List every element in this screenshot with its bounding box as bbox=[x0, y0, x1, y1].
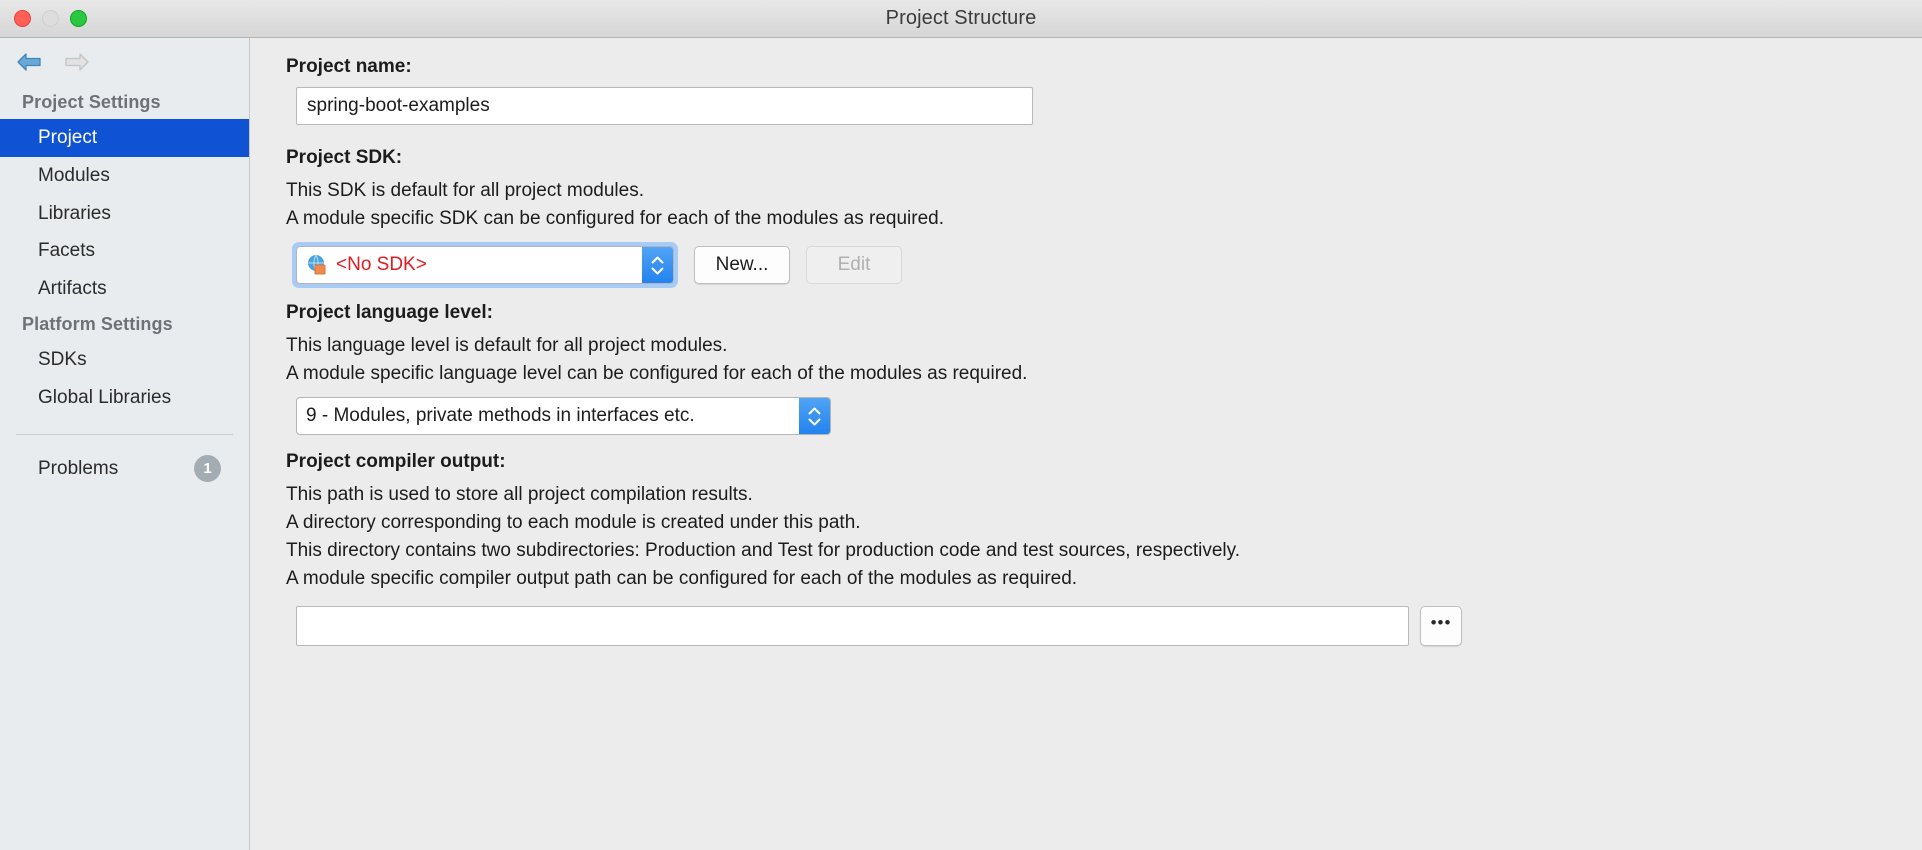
main-panel: Project name: Project SDK: This SDK is d… bbox=[250, 38, 1922, 850]
close-button[interactable] bbox=[14, 10, 31, 27]
minimize-button[interactable] bbox=[42, 10, 59, 27]
sidebar-item-project[interactable]: Project bbox=[0, 119, 249, 157]
arrow-right-icon bbox=[65, 53, 89, 71]
sidebar-group-platform-settings: Platform Settings bbox=[22, 313, 173, 334]
chevron-down-icon bbox=[808, 418, 821, 426]
maximize-button[interactable] bbox=[70, 10, 87, 27]
sidebar-item-label: Facets bbox=[38, 240, 96, 262]
sidebar-item-modules[interactable]: Modules bbox=[0, 157, 249, 195]
sidebar-item-facets[interactable]: Facets bbox=[0, 232, 249, 270]
project-compiler-output-description-line-4: A module specific compiler output path c… bbox=[286, 568, 1078, 590]
project-sdk-stepper[interactable] bbox=[642, 247, 673, 284]
project-sdk-description-line-1: This SDK is default for all project modu… bbox=[286, 180, 644, 201]
sidebar-item-label: Global Libraries bbox=[38, 386, 172, 408]
edit-sdk-button: Edit bbox=[806, 246, 902, 285]
project-language-level-description-line-1: This language level is default for all p… bbox=[286, 335, 728, 357]
forward-button bbox=[62, 49, 92, 75]
edit-sdk-button-label: Edit bbox=[837, 254, 871, 276]
project-name-label: Project name: bbox=[286, 56, 412, 77]
sidebar-item-label: Project bbox=[38, 127, 98, 148]
chevron-up-icon bbox=[808, 407, 821, 415]
problems-count-badge: 1 bbox=[194, 455, 221, 483]
chevron-up-icon bbox=[651, 256, 664, 264]
project-structure-window: Project Structure Project Settings Proje… bbox=[0, 0, 1922, 850]
arrow-left-icon bbox=[17, 53, 41, 71]
sidebar: Project Settings Project Modules Librari… bbox=[0, 38, 250, 850]
window-controls bbox=[14, 10, 87, 27]
project-language-level-controls: 9 - Modules, private methods in interfac… bbox=[296, 397, 1922, 436]
project-compiler-output-description-line-3: This directory contains two subdirectori… bbox=[286, 540, 1240, 562]
navigation-bar bbox=[0, 38, 249, 86]
window-body: Project Settings Project Modules Librari… bbox=[0, 38, 1922, 850]
problems-label: Problems bbox=[38, 457, 119, 479]
project-compiler-output-browse-button[interactable]: ••• bbox=[1420, 606, 1462, 647]
project-language-level-stepper[interactable] bbox=[799, 398, 830, 435]
sidebar-item-artifacts[interactable]: Artifacts bbox=[0, 270, 249, 308]
chevron-down-icon bbox=[651, 267, 664, 275]
window-title: Project Structure bbox=[885, 7, 1037, 29]
sidebar-item-sdks[interactable]: SDKs bbox=[0, 341, 249, 379]
project-name-section: Project name: bbox=[284, 56, 1922, 125]
project-name-input[interactable] bbox=[296, 87, 1033, 125]
new-sdk-button-label: New... bbox=[715, 254, 769, 276]
project-sdk-section: Project SDK: This SDK is default for all… bbox=[284, 147, 1922, 289]
sidebar-divider bbox=[16, 434, 233, 436]
project-compiler-output-label: Project compiler output: bbox=[286, 451, 506, 473]
sdk-globe-icon bbox=[306, 254, 328, 276]
project-language-level-description-line-2: A module specific language level can be … bbox=[286, 363, 1028, 385]
project-language-level-value-wrap: 9 - Modules, private methods in interfac… bbox=[297, 398, 799, 434]
ellipsis-icon: ••• bbox=[1430, 613, 1452, 633]
project-compiler-output-description-line-2: A directory corresponding to each module… bbox=[286, 512, 861, 534]
project-sdk-label: Project SDK: bbox=[286, 147, 403, 168]
sidebar-item-libraries[interactable]: Libraries bbox=[0, 195, 249, 233]
new-sdk-button[interactable]: New... bbox=[694, 246, 790, 285]
project-sdk-selected-value: <No SDK> bbox=[336, 254, 427, 276]
project-sdk-value-wrap: <No SDK> bbox=[297, 247, 642, 283]
project-compiler-output-input[interactable] bbox=[296, 606, 1409, 647]
window-titlebar: Project Structure bbox=[0, 0, 1922, 38]
project-sdk-combobox[interactable]: <No SDK> bbox=[296, 246, 674, 285]
project-language-level-selected-value: 9 - Modules, private methods in interfac… bbox=[306, 405, 695, 427]
project-compiler-output-controls: ••• bbox=[296, 606, 1922, 647]
sidebar-item-problems[interactable]: Problems 1 bbox=[0, 449, 249, 488]
sidebar-item-global-libraries[interactable]: Global Libraries bbox=[0, 379, 249, 417]
sidebar-item-label: SDKs bbox=[38, 348, 87, 370]
project-sdk-controls: <No SDK> New... Edit bbox=[292, 242, 1922, 289]
project-language-level-section: Project language level: This language le… bbox=[284, 302, 1922, 436]
back-button[interactable] bbox=[14, 49, 44, 75]
sidebar-group-project-settings: Project Settings bbox=[22, 92, 161, 112]
sidebar-item-label: Artifacts bbox=[38, 278, 107, 299]
project-compiler-output-description-line-1: This path is used to store all project c… bbox=[286, 484, 753, 506]
project-language-level-label: Project language level: bbox=[286, 302, 493, 324]
project-language-level-combobox[interactable]: 9 - Modules, private methods in interfac… bbox=[296, 397, 831, 436]
sidebar-item-label: Libraries bbox=[38, 202, 111, 224]
project-sdk-description-line-2: A module specific SDK can be configured … bbox=[286, 208, 944, 230]
sidebar-item-label: Modules bbox=[38, 164, 110, 186]
project-sdk-focus-ring: <No SDK> bbox=[292, 242, 678, 289]
project-compiler-output-section: Project compiler output: This path is us… bbox=[284, 451, 1922, 647]
